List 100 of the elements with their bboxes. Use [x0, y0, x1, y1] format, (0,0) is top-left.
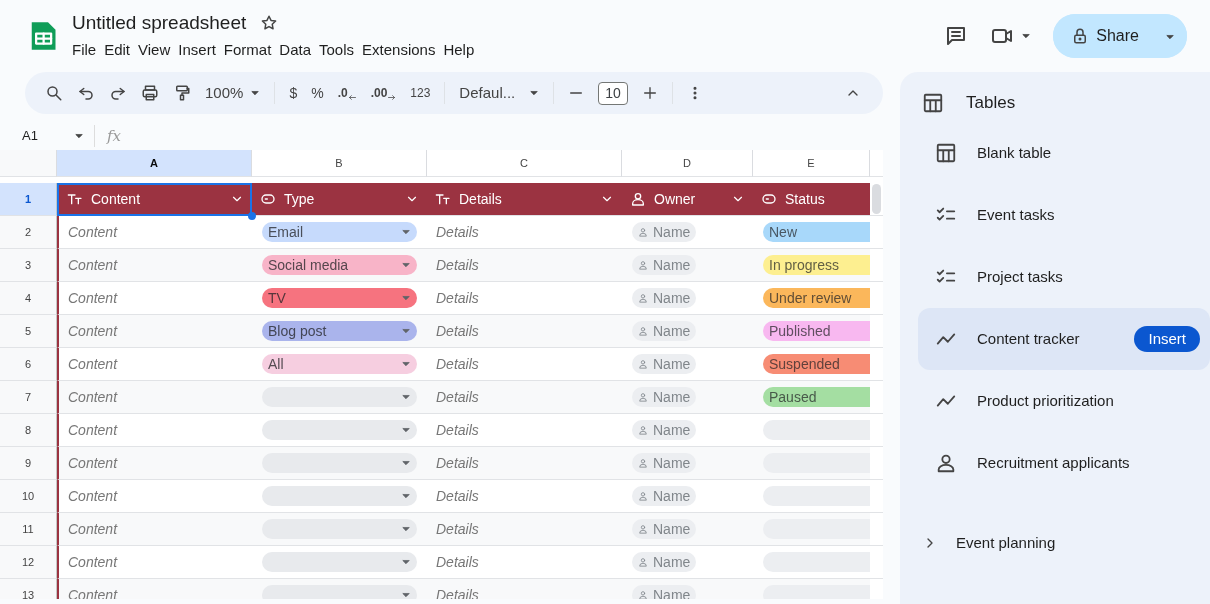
table-cell: Details: [427, 579, 622, 599]
table-cell: Details: [427, 513, 622, 546]
font-dropdown[interactable]: Defaul...: [459, 81, 540, 105]
table-cell: Details: [427, 315, 622, 348]
star-icon[interactable]: [260, 13, 279, 32]
dropdown-chip[interactable]: [262, 486, 417, 506]
row-header[interactable]: 7: [0, 381, 57, 414]
row-header[interactable]: 3: [0, 249, 57, 282]
font-size-field[interactable]: 10: [598, 81, 628, 105]
row-header[interactable]: 9: [0, 447, 57, 480]
percent-button[interactable]: %: [311, 82, 324, 104]
column-header[interactable]: A: [57, 150, 252, 177]
table-cell: Content: [57, 249, 252, 282]
dropdown-chip[interactable]: Social media: [262, 255, 417, 275]
dropdown-chip[interactable]: TV: [262, 288, 417, 308]
caret-icon: [250, 88, 261, 98]
caret-icon: [401, 557, 411, 567]
row-header[interactable]: 10: [0, 480, 57, 513]
menu-item[interactable]: Extensions: [358, 37, 440, 64]
row-header[interactable]: 5: [0, 315, 57, 348]
decrease-decimal-button[interactable]: .0: [337, 84, 357, 102]
dropdown-chip[interactable]: [262, 519, 417, 539]
function-label: fx: [107, 125, 121, 147]
insert-button[interactable]: Insert: [1134, 325, 1200, 353]
menu-item[interactable]: Help: [439, 37, 479, 64]
table-icon: [922, 92, 944, 114]
caret-icon: [401, 392, 411, 402]
search-icon[interactable]: [45, 84, 63, 102]
status-chip[interactable]: In progress: [763, 255, 870, 275]
table-header-cell[interactable]: Type: [252, 183, 427, 216]
menu-item[interactable]: File: [68, 37, 101, 64]
table-header-cell[interactable]: Status: [753, 183, 870, 216]
menu-item[interactable]: View: [134, 37, 175, 64]
name-box[interactable]: A1: [0, 125, 95, 147]
template-item[interactable]: Product prioritization: [918, 370, 1210, 432]
table-cell: Details: [427, 447, 622, 480]
table-cell: Details: [427, 381, 622, 414]
dropdown-chip[interactable]: [262, 420, 417, 440]
table-header-cell[interactable]: Details: [427, 183, 622, 216]
increase-decimal-button[interactable]: .00: [370, 84, 397, 102]
document-title[interactable]: Untitled spreadsheet: [72, 8, 247, 37]
plus-icon[interactable]: [641, 85, 658, 101]
template-item[interactable]: Blank table: [918, 122, 1210, 184]
row-header[interactable]: 12: [0, 546, 57, 579]
row-header[interactable]: 13: [0, 579, 57, 599]
table-header-cell[interactable]: Content: [57, 183, 252, 216]
menu-item[interactable]: Tools: [315, 37, 359, 64]
section-header[interactable]: Event planning: [900, 532, 1210, 555]
column-header[interactable]: D: [622, 150, 753, 177]
menu-item[interactable]: Format: [219, 37, 276, 64]
caret-icon: [401, 260, 411, 270]
status-chip[interactable]: Published: [763, 321, 870, 341]
status-chip[interactable]: New: [763, 222, 870, 242]
caret-icon: [529, 88, 540, 98]
person-icon: [638, 260, 648, 270]
column-header[interactable]: E: [753, 150, 870, 177]
caret-icon: [401, 425, 411, 435]
selection-handle[interactable]: [248, 212, 256, 220]
status-chip[interactable]: Suspended: [763, 354, 870, 374]
template-item[interactable]: Project tasks: [918, 246, 1210, 308]
menu-item[interactable]: Data: [275, 37, 315, 64]
currency-button[interactable]: $: [289, 82, 298, 104]
select-all-corner[interactable]: [0, 150, 57, 177]
dropdown-chip[interactable]: All: [262, 354, 417, 374]
row-header[interactable]: 11: [0, 513, 57, 546]
caret-icon: [401, 293, 411, 303]
caret-icon: [401, 491, 411, 501]
table-cell: Content: [57, 579, 252, 599]
status-chip[interactable]: Paused: [763, 387, 870, 407]
row-header[interactable]: 2: [0, 216, 57, 249]
scrollbar[interactable]: [872, 184, 881, 214]
row-header[interactable]: 6: [0, 348, 57, 381]
dropdown-chip[interactable]: [262, 552, 417, 572]
caret-icon: [401, 227, 411, 237]
person-icon: [638, 227, 648, 237]
template-item[interactable]: Recruitment applicants: [918, 432, 1210, 494]
text-type-icon: [67, 191, 83, 207]
row-header[interactable]: 4: [0, 282, 57, 315]
table-cell: Details: [427, 249, 622, 282]
dropdown-chip[interactable]: [262, 453, 417, 473]
status-chip[interactable]: Under review: [763, 288, 870, 308]
paint-format-icon[interactable]: [173, 84, 191, 102]
number-format-button[interactable]: 123: [410, 84, 431, 102]
menu-item[interactable]: Insert: [174, 37, 220, 64]
row-header[interactable]: 8: [0, 414, 57, 447]
zoom-dropdown[interactable]: 100%: [205, 81, 261, 105]
row-header[interactable]: 1: [0, 183, 57, 216]
menu-item[interactable]: Edit: [100, 37, 135, 64]
table-header-cell[interactable]: Owner: [622, 183, 753, 216]
template-item[interactable]: Event tasks: [918, 184, 1210, 246]
dropdown-chip[interactable]: Blog post: [262, 321, 417, 341]
dropdown-chip[interactable]: [262, 387, 417, 407]
column-header[interactable]: B: [252, 150, 427, 177]
dropdown-chip[interactable]: Email: [262, 222, 417, 242]
print-icon[interactable]: [141, 84, 159, 102]
caret-icon: [74, 131, 84, 141]
person-icon: [638, 557, 648, 567]
template-item[interactable]: Content tracker Insert: [918, 308, 1210, 370]
column-header[interactable]: C: [427, 150, 622, 177]
dropdown-chip[interactable]: [262, 585, 417, 599]
